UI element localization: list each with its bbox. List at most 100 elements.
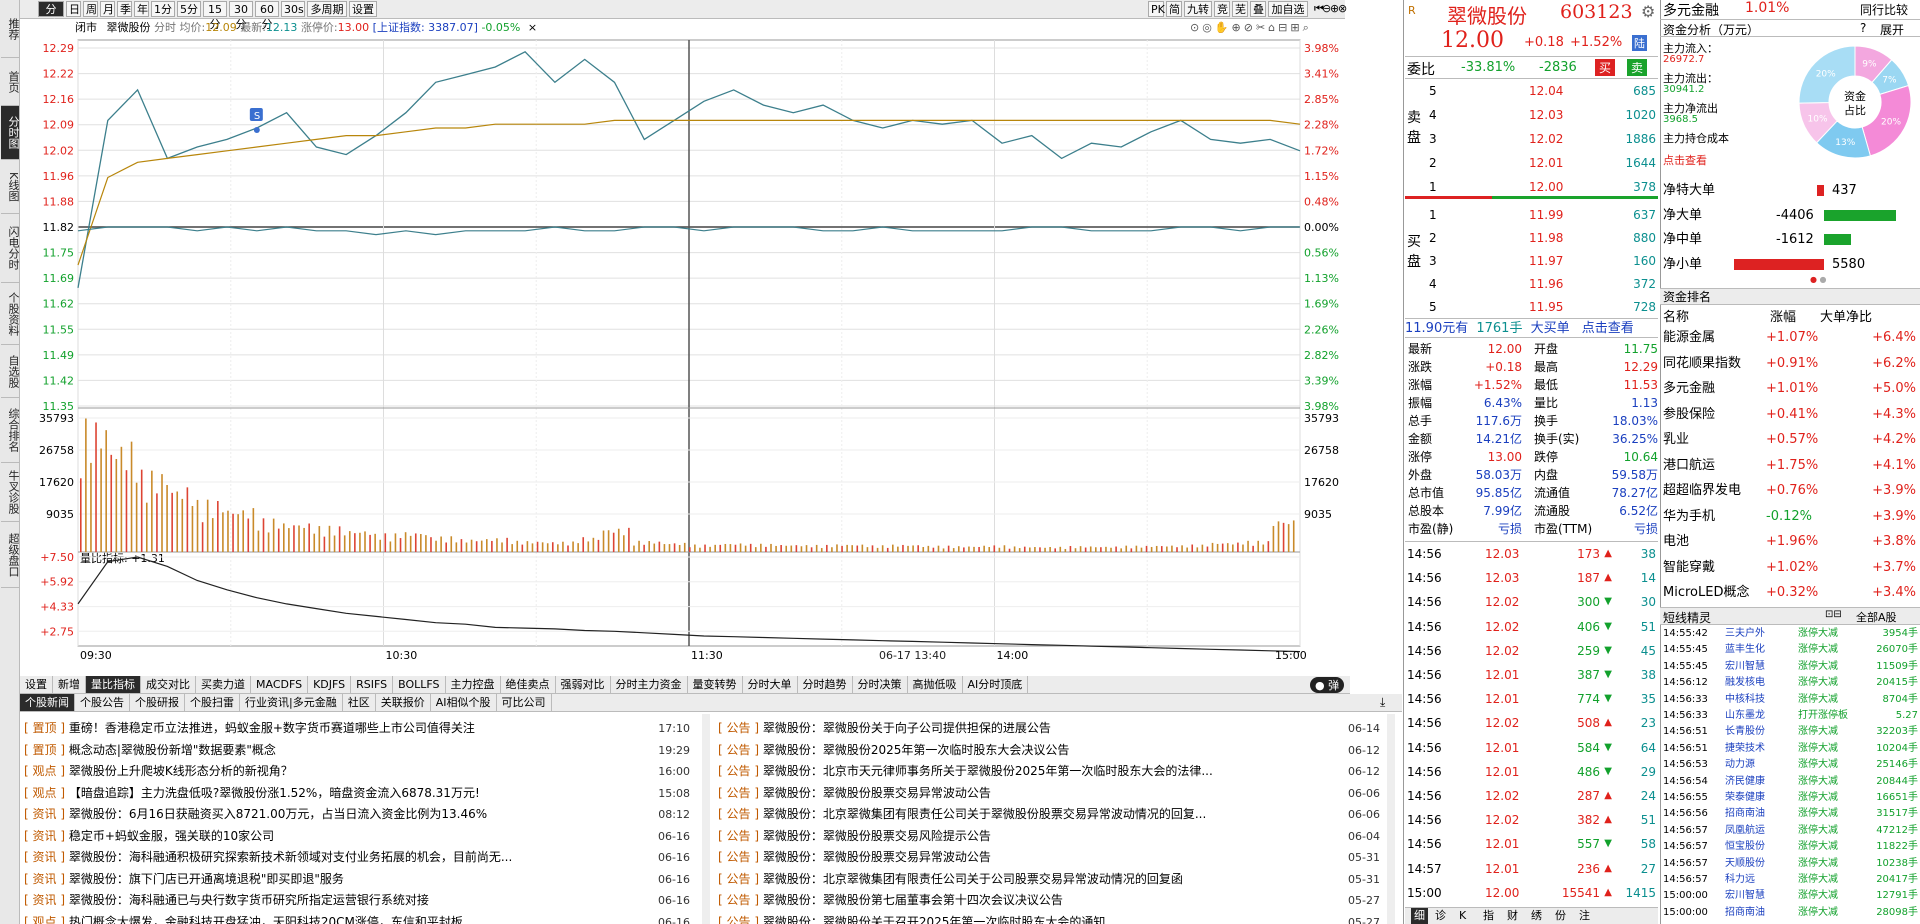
ask-row[interactable]: 3 12.02 1886 — [1425, 128, 1658, 150]
nav-tab-9[interactable]: 超级盘口 — [1, 522, 20, 588]
indicator-tab-5[interactable]: MACDFS — [251, 676, 309, 693]
scrollbar-left[interactable] — [702, 714, 710, 924]
page-dots[interactable]: ● ● — [1810, 275, 1827, 284]
bid-row[interactable]: 4 11.96 372 — [1425, 273, 1658, 295]
nav-tab-2[interactable]: 分时图 — [1, 106, 20, 160]
short-row[interactable]: 14:56:57 凤凰航运 涨停大减 47212手 — [1663, 823, 1918, 839]
news-title[interactable]: 翠微股份：翠微股份股票交易异常波动公告 — [763, 786, 991, 800]
rank-head-1[interactable]: 涨幅 — [1770, 306, 1796, 325]
news-tab-6[interactable]: 关联报价 — [376, 694, 431, 711]
news-title[interactable]: 翠微股份：6月16日获融资买入8721.00万元，占当日流入资金比例为13.46… — [69, 807, 487, 821]
quote-tab-4[interactable]: 财 — [1507, 908, 1518, 924]
news-item[interactable]: [ 公告 ] 翠微股份：翠微股份股票交易异常波动公告 05-31 — [718, 847, 1380, 868]
indicator-tab-2[interactable]: 量比指标 — [86, 676, 141, 693]
period-2[interactable]: 周 — [83, 1, 98, 17]
nav-tab-4[interactable]: 闪电分时 — [1, 214, 20, 283]
news-tab-1[interactable]: 个股公告 — [75, 694, 130, 711]
indicator-tab-4[interactable]: 买卖力道 — [196, 676, 251, 693]
short-row[interactable]: 14:56:57 恒宝股份 涨停大减 11822手 — [1663, 839, 1918, 855]
sell-button[interactable]: 卖 — [1627, 59, 1648, 76]
ask-row[interactable]: 2 12.01 1644 — [1425, 152, 1658, 174]
short-row[interactable]: 14:56:51 长青股份 涨停大减 32203手 — [1663, 724, 1918, 740]
quote-tab-1[interactable]: 诊 — [1435, 908, 1446, 924]
news-title[interactable]: 翠微股份：翠微股份股票交易风险提示公告 — [763, 829, 991, 843]
indicator-tab-8[interactable]: BOLLFS — [393, 676, 446, 693]
short-row[interactable]: 14:56:33 山东墨龙 打开涨停板 5.27 — [1663, 708, 1918, 724]
news-title[interactable]: 翠微股份：北京市天元律师事务所关于翠微股份2025年第一次临时股东大会的法律..… — [763, 764, 1213, 778]
toolbar-right-4[interactable]: 芜 — [1232, 1, 1248, 17]
toolbar-right-5[interactable]: 叠 — [1250, 1, 1266, 17]
bid-row[interactable]: 5 11.95 728 — [1425, 296, 1658, 318]
short-row[interactable]: 14:56:33 中核科技 涨停大减 8704手 — [1663, 692, 1918, 708]
period-5[interactable]: 年 — [134, 1, 149, 17]
toolbar-right-1[interactable]: 简 — [1166, 1, 1182, 17]
period-13[interactable]: 设置 — [349, 1, 377, 17]
news-title[interactable]: 热门概念大爆发，金融科技开盘猛冲，天阳科技20CM涨停，东信和平封板 — [69, 915, 463, 924]
period-1[interactable]: 日 — [66, 1, 81, 17]
news-tab-7[interactable]: AI相似个股 — [431, 694, 497, 711]
news-title[interactable]: 翠微股份：旗下门店已开通离境退税"即买即退"服务 — [69, 872, 344, 886]
toolbar-right-0[interactable]: PK — [1148, 1, 1165, 17]
ask-row[interactable]: 1 12.00 378 — [1425, 176, 1658, 198]
news-title[interactable]: 翠微股份：翠微股份股票交易异常波动公告 — [763, 850, 991, 864]
toolbar-right-6[interactable]: 加自选 — [1268, 1, 1308, 17]
news-item[interactable]: [ 公告 ] 翠微股份：翠微股份关于向子公司提供担保的进展公告 06-14 — [718, 718, 1380, 739]
scrollbar-right[interactable] — [1387, 714, 1395, 924]
news-tab-3[interactable]: 个股扫雷 — [185, 694, 240, 711]
indicator-tab-17[interactable]: 高抛低吸 — [908, 676, 963, 693]
indicator-tab-13[interactable]: 量变转势 — [688, 676, 743, 693]
short-row[interactable]: 14:56:53 动力源 涨停大减 25146手 — [1663, 757, 1918, 773]
news-title[interactable]: 重磅！香港稳定币立法推进，蚂蚁金服+数字货币赛道哪些上市公司值得关注 — [69, 721, 475, 735]
news-title[interactable]: 翠微股份：翠微股份第七届董事会第十四次会议决议公告 — [763, 893, 1063, 907]
news-tab-2[interactable]: 个股研报 — [130, 694, 185, 711]
short-row[interactable]: 14:56:57 天顺股份 涨停大减 10238手 — [1663, 856, 1918, 872]
rank-head-0[interactable]: 名称 — [1663, 306, 1689, 325]
bullet-toggle[interactable]: ● 弹 — [1310, 677, 1345, 693]
short-row[interactable]: 14:55:45 宏川智慧 涨停大减 11509手 — [1663, 659, 1918, 675]
bid-row[interactable]: 1 11.99 637 — [1425, 204, 1658, 226]
news-title[interactable]: 概念动态|翠微股份新增"数据要素"概念 — [69, 743, 276, 757]
indicator-tab-9[interactable]: 主力控盘 — [446, 676, 501, 693]
short-row[interactable]: 14:55:45 蓝丰生化 涨停大减 26070手 — [1663, 642, 1918, 658]
buy-button[interactable]: 买 — [1595, 59, 1616, 76]
news-title[interactable]: 翠微股份：北京翠微集团有限责任公司关于翠微股份股票交易异常波动情况的回复... — [763, 807, 1206, 821]
news-item[interactable]: [ 资讯 ] 翠微股份：海科融通积极研究探索新技术新领域对支付业务拓展的机会，目… — [24, 847, 690, 868]
nav-tab-3[interactable]: K线图 — [1, 160, 20, 214]
rank-row[interactable]: 能源金属 +1.07% +6.4% — [1660, 325, 1920, 351]
zoom-in-icon[interactable]: ⊕ — [1328, 1, 1339, 17]
nav-tab-5[interactable]: 个股资料 — [1, 283, 20, 345]
news-item[interactable]: [ 公告 ] 翠微股份：北京市天元律师事务所关于翠微股份2025年第一次临时股东… — [718, 761, 1380, 782]
ask-row[interactable]: 5 12.04 685 — [1425, 80, 1658, 102]
short-row[interactable]: 14:56:56 招商南油 涨停大减 31517手 — [1663, 806, 1918, 822]
period-11[interactable]: 30s — [281, 1, 305, 17]
rank-row[interactable]: 乳业 +0.57% +4.2% — [1660, 427, 1920, 453]
news-title[interactable]: 翠微股份：北京翠微集团有限责任公司关于公司股票交易异常波动情况的回复函 — [763, 872, 1183, 886]
news-item[interactable]: [ 公告 ] 翠微股份：翠微股份股票交易异常波动公告 06-06 — [718, 783, 1380, 804]
rank-row[interactable]: 同花顺果指数 +0.91% +6.2% — [1660, 351, 1920, 377]
quote-tab-3[interactable]: 指 — [1483, 908, 1494, 924]
period-3[interactable]: 月 — [100, 1, 115, 17]
indicator-tab-12[interactable]: 分时主力资金 — [611, 676, 688, 693]
quote-tab-0[interactable]: 细 — [1411, 908, 1428, 924]
close-icon[interactable]: × — [528, 21, 537, 34]
rank-row[interactable]: 智能穿戴 +1.02% +3.7% — [1660, 555, 1920, 581]
news-item[interactable]: [ 公告 ] 翠微股份：翠微股份2025年第一次临时股东大会决议公告 06-12 — [718, 740, 1380, 761]
period-10[interactable]: 60分 — [255, 1, 279, 31]
toolbar-right-3[interactable]: 竞 — [1214, 1, 1230, 17]
toolbar-right-2[interactable]: 九转 — [1184, 1, 1212, 17]
nav-tab-7[interactable]: 综合排名 — [1, 398, 20, 463]
news-tab-5[interactable]: 社区 — [343, 694, 376, 711]
indicator-tab-6[interactable]: KDJFS — [308, 676, 352, 693]
short-row[interactable]: 15:00:00 招商南油 涨停大减 28098手 — [1663, 905, 1918, 921]
news-item[interactable]: [ 观点 ] 翠微股份上升爬坡K线形态分析的新视角？ 16:00 — [24, 761, 690, 782]
indicator-tab-15[interactable]: 分时趋势 — [798, 676, 853, 693]
news-item[interactable]: [ 观点 ] 热门概念大爆发，金融科技开盘猛冲，天阳科技20CM涨停，东信和平封… — [24, 912, 690, 924]
news-item[interactable]: [ 公告 ] 翠微股份：北京翠微集团有限责任公司关于翠微股份股票交易异常波动情况… — [718, 804, 1380, 825]
period-6[interactable]: 1分 — [151, 1, 175, 17]
gear-icon[interactable]: ⚙ — [1641, 2, 1655, 21]
indicator-tab-3[interactable]: 成交对比 — [141, 676, 196, 693]
rank-row[interactable]: 港口航运 +1.75% +4.1% — [1660, 453, 1920, 479]
help-icon[interactable]: ? — [1860, 21, 1866, 35]
big-order-link[interactable]: 点击查看 — [1582, 321, 1634, 336]
nav-tab-6[interactable]: 自选股 — [1, 345, 20, 398]
